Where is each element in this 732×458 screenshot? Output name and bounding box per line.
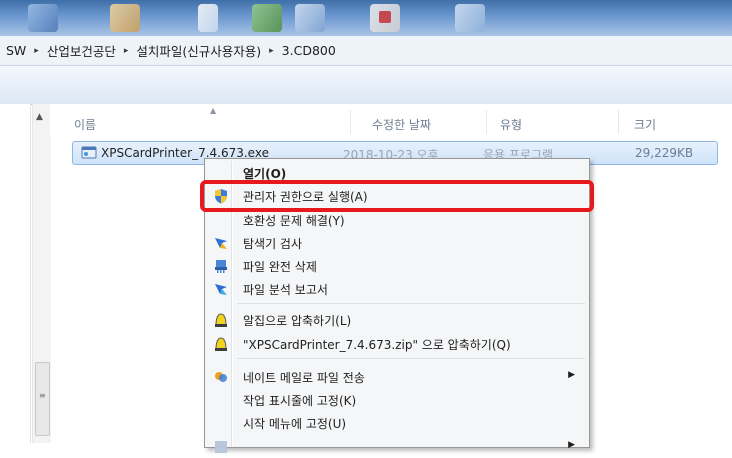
submenu-arrow-icon: ▶ — [568, 370, 575, 380]
menu-item-partial[interactable]: ▶ — [207, 436, 587, 458]
application-exe-icon — [81, 146, 97, 159]
menu-item-file-report[interactable]: 파일 분석 보고서 — [207, 278, 587, 300]
menu-item-icon — [215, 441, 227, 453]
taskbar-app-icon[interactable] — [252, 4, 282, 32]
menu-item-label: 호환성 문제 해결(Y) — [243, 214, 345, 228]
menu-item-label: 파일 완전 삭제 — [243, 260, 317, 274]
scan-icon — [215, 238, 227, 249]
menu-item-label: 알집으로 압축하기(L) — [243, 314, 352, 328]
menu-item-label: 작업 표시줄에 고정(K) — [243, 394, 357, 408]
breadcrumb-item[interactable]: 설치파일(신규사용자용) — [136, 41, 261, 60]
highlight-annotation — [200, 180, 594, 212]
taskbar-app-icon[interactable] — [28, 4, 58, 32]
menu-item-shred-file[interactable]: 파일 완전 삭제 — [207, 255, 587, 277]
taskbar-app-icon[interactable] — [295, 4, 325, 32]
alzip-icon — [215, 337, 227, 351]
report-icon — [215, 284, 227, 295]
menu-item-label: 네이트 메일로 파일 전송 — [243, 371, 365, 385]
column-header-size[interactable]: 크기 — [634, 116, 656, 133]
menu-separator — [237, 303, 585, 304]
column-divider[interactable] — [350, 110, 351, 134]
menu-item-explorer-scan[interactable]: 탐색기 검사 — [207, 232, 587, 254]
breadcrumb-item[interactable]: SW — [6, 43, 26, 58]
menu-item-label: 파일 분석 보고서 — [243, 283, 328, 297]
taskbar-pdf-icon[interactable] — [370, 4, 400, 32]
column-header-date[interactable]: 수정한 날짜 — [372, 116, 431, 133]
column-divider[interactable] — [618, 110, 619, 134]
sort-arrow-icon: ▲ — [210, 106, 217, 115]
column-header-name[interactable]: 이름 — [74, 116, 96, 133]
scroll-up-arrow-icon[interactable]: ▲ — [36, 112, 43, 122]
column-header-type[interactable]: 유형 — [500, 116, 522, 133]
taskbar-document-icon[interactable] — [455, 4, 485, 32]
scrollbar-thumb[interactable]: ≡ — [35, 362, 50, 436]
menu-item-send-mail[interactable]: 네이트 메일로 파일 전송 ▶ — [207, 366, 587, 388]
breadcrumb-item[interactable]: 3.CD800 — [282, 43, 336, 58]
alzip-icon — [215, 313, 227, 327]
menu-separator — [237, 358, 585, 359]
breadcrumb-item[interactable]: 산업보건공단 — [47, 41, 116, 60]
file-size: 29,229KB — [635, 146, 694, 160]
nate-mail-icon — [215, 372, 227, 382]
menu-item-label: "XPSCardPrinter_7.4.673.zip" 으로 압축하기(Q) — [243, 338, 511, 352]
breadcrumb-separator-icon[interactable]: ▸ — [124, 46, 129, 56]
shredder-icon — [215, 260, 227, 273]
taskbar-app-icon[interactable] — [110, 4, 140, 32]
scrollbar-grip-icon: ≡ — [39, 391, 46, 400]
explorer-toolbar — [0, 66, 732, 105]
menu-item-alzip-compress[interactable]: 알집으로 압축하기(L) — [207, 309, 587, 331]
breadcrumb-separator-icon[interactable]: ▸ — [34, 46, 39, 56]
menu-item-troubleshoot-compatibility[interactable]: 호환성 문제 해결(Y) — [207, 209, 587, 231]
menu-item-pin-start-menu[interactable]: 시작 메뉴에 고정(U) — [207, 412, 587, 434]
menu-item-label: 시작 메뉴에 고정(U) — [243, 417, 347, 431]
column-header-row: ▲ 이름 수정한 날짜 유형 크기 — [50, 104, 732, 138]
address-bar[interactable]: SW ▸ 산업보건공단 ▸ 설치파일(신규사용자용) ▸ 3.CD800 — [0, 36, 732, 66]
navigation-scrollbar[interactable]: ▲ ≡ — [32, 104, 51, 443]
menu-item-compress-to-zip[interactable]: "XPSCardPrinter_7.4.673.zip" 으로 압축하기(Q) — [207, 333, 587, 355]
taskbar-app-icon[interactable] — [198, 4, 218, 32]
column-divider[interactable] — [486, 110, 487, 134]
navigation-pane[interactable] — [0, 104, 31, 443]
menu-item-label: 탐색기 검사 — [243, 237, 303, 251]
breadcrumb-separator-icon[interactable]: ▸ — [269, 46, 274, 56]
taskbar — [0, 0, 732, 36]
menu-item-pin-taskbar[interactable]: 작업 표시줄에 고정(K) — [207, 389, 587, 411]
submenu-arrow-icon: ▶ — [568, 440, 575, 450]
